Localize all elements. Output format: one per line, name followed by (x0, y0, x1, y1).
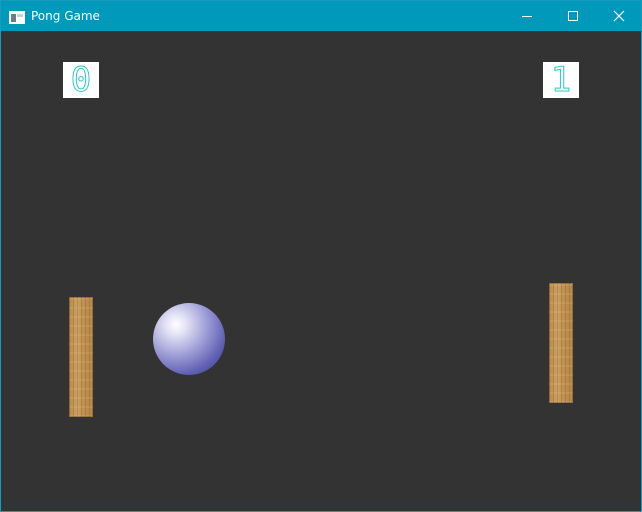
left-paddle (69, 297, 93, 417)
maximize-icon (567, 10, 579, 22)
maximize-button[interactable] (550, 1, 596, 31)
minimize-button[interactable] (504, 1, 550, 31)
game-playfield[interactable]: 0 1 (1, 31, 641, 511)
left-score: 0 (70, 60, 92, 100)
right-score-box: 1 (543, 62, 579, 98)
right-paddle (549, 283, 573, 403)
window-title: Pong Game (31, 9, 100, 23)
close-icon (613, 10, 625, 22)
left-score-box: 0 (63, 62, 99, 98)
title-bar[interactable]: Pong Game (1, 1, 641, 31)
minimize-icon (521, 10, 533, 22)
ball (153, 303, 225, 375)
window-app-icon (9, 9, 25, 24)
close-button[interactable] (596, 1, 642, 31)
right-score: 1 (550, 60, 572, 100)
game-window: Pong Game 0 1 (0, 0, 642, 512)
